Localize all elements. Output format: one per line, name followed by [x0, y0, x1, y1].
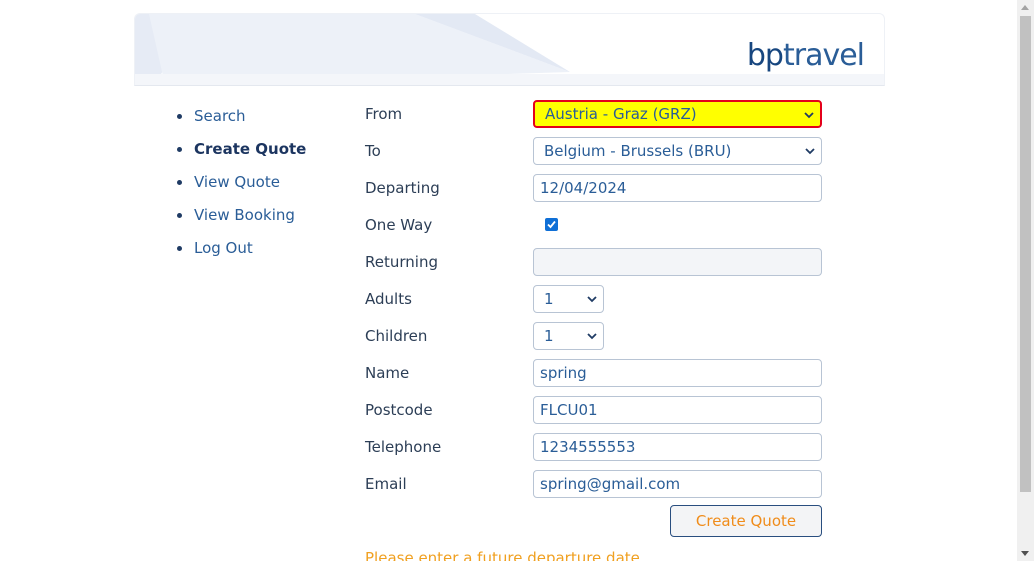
header-banner: bptravel [134, 13, 885, 86]
nav-item-search: Search [176, 104, 306, 137]
departing-date-input[interactable]: 12/04/2024 [533, 174, 822, 202]
children-select-value: 1 [544, 327, 554, 345]
nav-link-search[interactable]: Search [194, 107, 246, 125]
postcode-label: Postcode [365, 401, 433, 419]
side-nav: Search Create Quote View Quote View Book… [176, 104, 306, 269]
chevron-down-icon [805, 148, 815, 155]
name-label: Name [365, 364, 410, 382]
postcode-input[interactable]: FLCU01 [533, 396, 822, 424]
nav-item-create-quote: Create Quote [176, 137, 306, 170]
nav-link-log-out[interactable]: Log Out [194, 239, 253, 257]
checkmark-icon [547, 220, 556, 229]
from-label: From [365, 105, 403, 123]
returning-date-input[interactable] [533, 248, 822, 276]
to-select[interactable]: Belgium - Brussels (BRU) [533, 137, 822, 165]
adults-label: Adults [365, 290, 412, 308]
logo-travel: travel [782, 38, 865, 73]
chevron-down-icon [587, 296, 597, 303]
vertical-scrollbar[interactable] [1017, 0, 1034, 561]
bptravel-logo[interactable]: bptravel [746, 38, 865, 73]
returning-label: Returning [365, 253, 438, 271]
chevron-down-icon [804, 112, 814, 119]
scroll-down-icon[interactable] [1021, 551, 1029, 556]
scroll-up-icon[interactable] [1021, 5, 1029, 10]
children-select[interactable]: 1 [533, 322, 604, 350]
nav-item-log-out: Log Out [176, 236, 306, 269]
email-label: Email [365, 475, 407, 493]
adults-select[interactable]: 1 [533, 285, 604, 313]
chevron-down-icon [587, 333, 597, 340]
departing-label: Departing [365, 179, 440, 197]
scrollbar-thumb[interactable] [1020, 16, 1031, 492]
name-input[interactable]: spring [533, 359, 822, 387]
email-input[interactable]: spring@gmail.com [533, 470, 822, 498]
logo-bp: bp [746, 38, 784, 73]
nav-item-view-booking: View Booking [176, 203, 306, 236]
telephone-input[interactable]: 1234555553 [533, 433, 822, 461]
nav-current-create-quote: Create Quote [194, 140, 307, 158]
nav-link-view-booking[interactable]: View Booking [194, 206, 295, 224]
create-quote-button[interactable]: Create Quote [670, 505, 822, 537]
from-select[interactable]: Austria - Graz (GRZ) [533, 100, 822, 128]
to-select-value: Belgium - Brussels (BRU) [544, 142, 732, 160]
one-way-checkbox[interactable] [545, 218, 558, 231]
to-label: To [365, 142, 381, 160]
nav-item-view-quote: View Quote [176, 170, 306, 203]
nav-link-view-quote[interactable]: View Quote [194, 173, 280, 191]
from-select-value: Austria - Graz (GRZ) [545, 105, 697, 123]
adults-select-value: 1 [544, 290, 554, 308]
telephone-label: Telephone [365, 438, 442, 456]
one-way-label: One Way [365, 216, 433, 234]
error-message: Please enter a future departure date [365, 549, 640, 561]
page: bptravel Search Create Quote View Quote … [0, 0, 1034, 561]
children-label: Children [365, 327, 428, 345]
